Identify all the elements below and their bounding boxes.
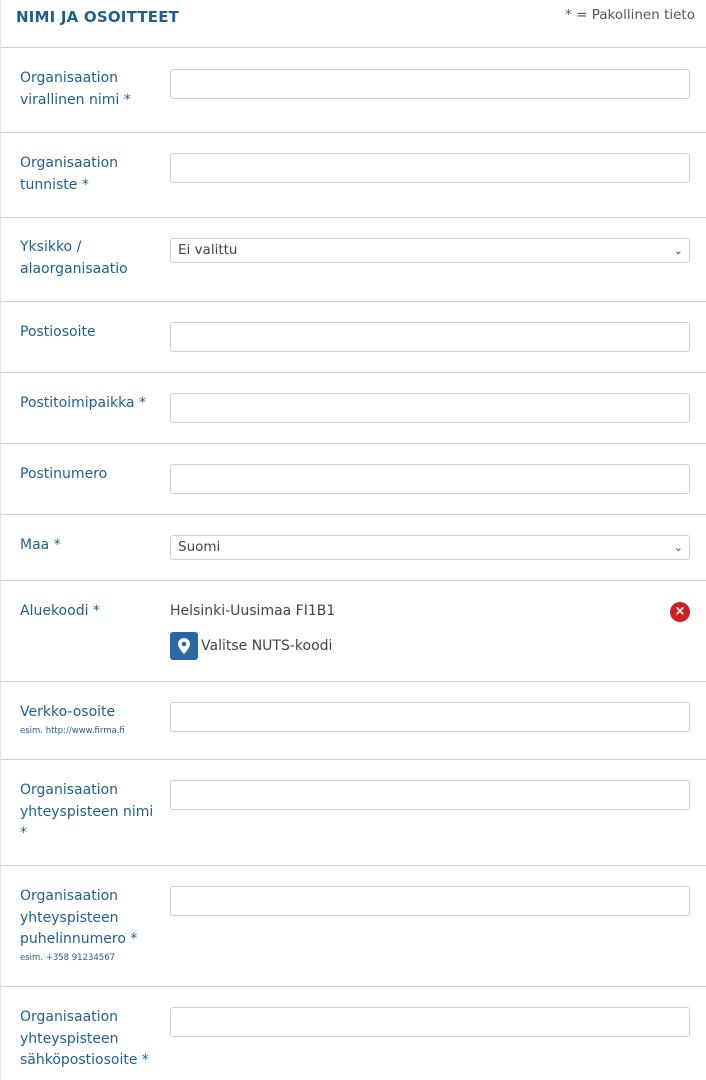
post-office-label: Postitoimipaikka * [20, 395, 147, 411]
country-select-value: Suomi [178, 539, 221, 555]
field-row-contact-email: Organisaation yhteyspisteen sähköpostios… [1, 987, 706, 1080]
field-row-postal-code: Postinumero [1, 444, 706, 515]
org-id-label: Organisaation tunniste * [20, 155, 119, 193]
chevron-down-icon: ⌄ [673, 541, 683, 554]
region-value: Helsinki-Uusimaa FI1B1 [170, 603, 336, 619]
section-header: NIMI JA OSOITTEET * = Pakollinen tieto [1, 0, 706, 48]
website-hint: esim. http://www.firma.fi [20, 725, 125, 736]
contact-name-label: Organisaation yhteyspisteen nimi * [20, 782, 154, 841]
region-label: Aluekoodi * [20, 603, 100, 619]
unit-select-value: Ei valittu [178, 242, 238, 258]
field-row-region: Aluekoodi * Helsinki-Uusimaa FI1B1 × Val… [1, 581, 706, 682]
field-row-org-id: Organisaation tunniste * [1, 133, 706, 218]
field-row-website: Verkko-osoite esim. http://www.firma.fi [1, 682, 706, 760]
contact-email-input[interactable] [170, 1007, 690, 1037]
contact-phone-input[interactable] [170, 886, 690, 916]
org-name-label: Organisaation virallinen nimi * [20, 70, 131, 108]
select-nuts-code-button[interactable]: Valitse NUTS-koodi [201, 638, 332, 654]
contact-phone-label-group: Organisaation yhteyspisteen puhelinnumer… [20, 886, 160, 964]
section-title: NIMI JA OSOITTEET [16, 8, 180, 26]
field-row-postal-address: Postiosoite [1, 302, 706, 373]
postal-address-label: Postiosoite [20, 324, 96, 340]
website-input[interactable] [170, 702, 690, 732]
map-pin-icon[interactable] [170, 632, 198, 660]
contact-name-input[interactable] [170, 780, 690, 810]
postal-code-label: Postinumero [20, 466, 108, 482]
field-row-contact-name: Organisaation yhteyspisteen nimi * [1, 760, 706, 866]
country-label: Maa * [20, 537, 61, 553]
org-id-input[interactable] [170, 153, 690, 183]
org-name-input[interactable] [170, 69, 690, 99]
field-row-org-name: Organisaation virallinen nimi * [1, 48, 706, 133]
unit-label: Yksikko / alaorganisaatio [20, 239, 128, 277]
post-office-input[interactable] [170, 393, 690, 423]
contact-phone-hint: esim. +358 91234567 [20, 952, 116, 963]
close-circle-icon[interactable]: × [670, 602, 690, 622]
required-note: * = Pakollinen tieto [565, 7, 695, 23]
field-row-unit: Yksikko / alaorganisaatio Ei valittu ⌄ [1, 218, 706, 302]
form-panel: NIMI JA OSOITTEET * = Pakollinen tieto O… [0, 0, 706, 1080]
contact-email-label: Organisaation yhteyspisteen sähköpostios… [20, 1009, 149, 1068]
field-row-country: Maa * Suomi ⌄ [1, 515, 706, 581]
country-select[interactable]: Suomi ⌄ [170, 535, 690, 560]
field-row-contact-phone: Organisaation yhteyspisteen puhelinnumer… [1, 866, 706, 987]
website-label-group: Verkko-osoite esim. http://www.firma.fi [20, 702, 160, 737]
chevron-down-icon: ⌄ [673, 244, 683, 257]
postal-code-input[interactable] [170, 464, 690, 494]
field-row-post-office: Postitoimipaikka * [1, 373, 706, 444]
website-label: Verkko-osoite [20, 704, 116, 720]
postal-address-input[interactable] [170, 322, 690, 352]
unit-select[interactable]: Ei valittu ⌄ [170, 238, 690, 263]
contact-phone-label: Organisaation yhteyspisteen puhelinnumer… [20, 888, 138, 947]
